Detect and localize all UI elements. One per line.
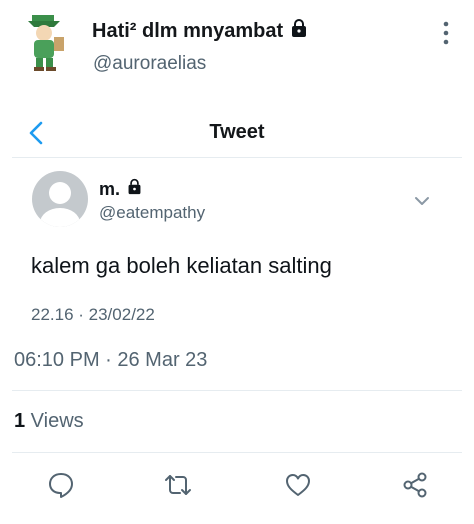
divider [12,452,462,453]
divider [12,157,462,158]
quoted-tweet-time: 22.16 · 23/02/22 [31,305,155,324]
like-button[interactable] [283,470,313,500]
quoted-name-text: m. [99,178,121,199]
lock-icon [289,18,309,44]
lock-icon [126,178,143,200]
divider [12,390,462,391]
views-count[interactable]: 1 Views [14,410,84,433]
views-number: 1 [14,410,26,432]
tweet-timestamp: 06:10 PM · 26 Mar 23 [14,349,208,371]
quoted-user-name[interactable]: m. [99,178,143,200]
character-avatar-icon [28,15,64,71]
header-display-name: Hati² dlm mnyambat [92,18,309,44]
share-button[interactable] [400,470,430,500]
profile-avatar[interactable] [24,13,68,73]
like-icon [286,474,310,496]
views-label: Views [25,410,84,432]
retweet-icon [165,475,191,495]
share-icon [403,472,427,498]
default-avatar-icon [40,182,80,227]
display-name-text: Hati² dlm mnyambat [92,19,284,42]
reply-button[interactable] [46,470,76,500]
quoted-tweet-text: kalem ga boleh keliatan salting [31,253,332,278]
vertical-dots-icon[interactable] [438,20,454,46]
quoted-user-avatar[interactable] [32,171,88,227]
retweet-button[interactable] [163,470,193,500]
chevron-down-icon[interactable] [414,194,430,206]
quoted-user-handle: @eatempathy [99,203,206,222]
reply-icon [49,473,73,498]
header-handle: @auroraelias [93,53,207,74]
page-title: Tweet [209,121,265,143]
